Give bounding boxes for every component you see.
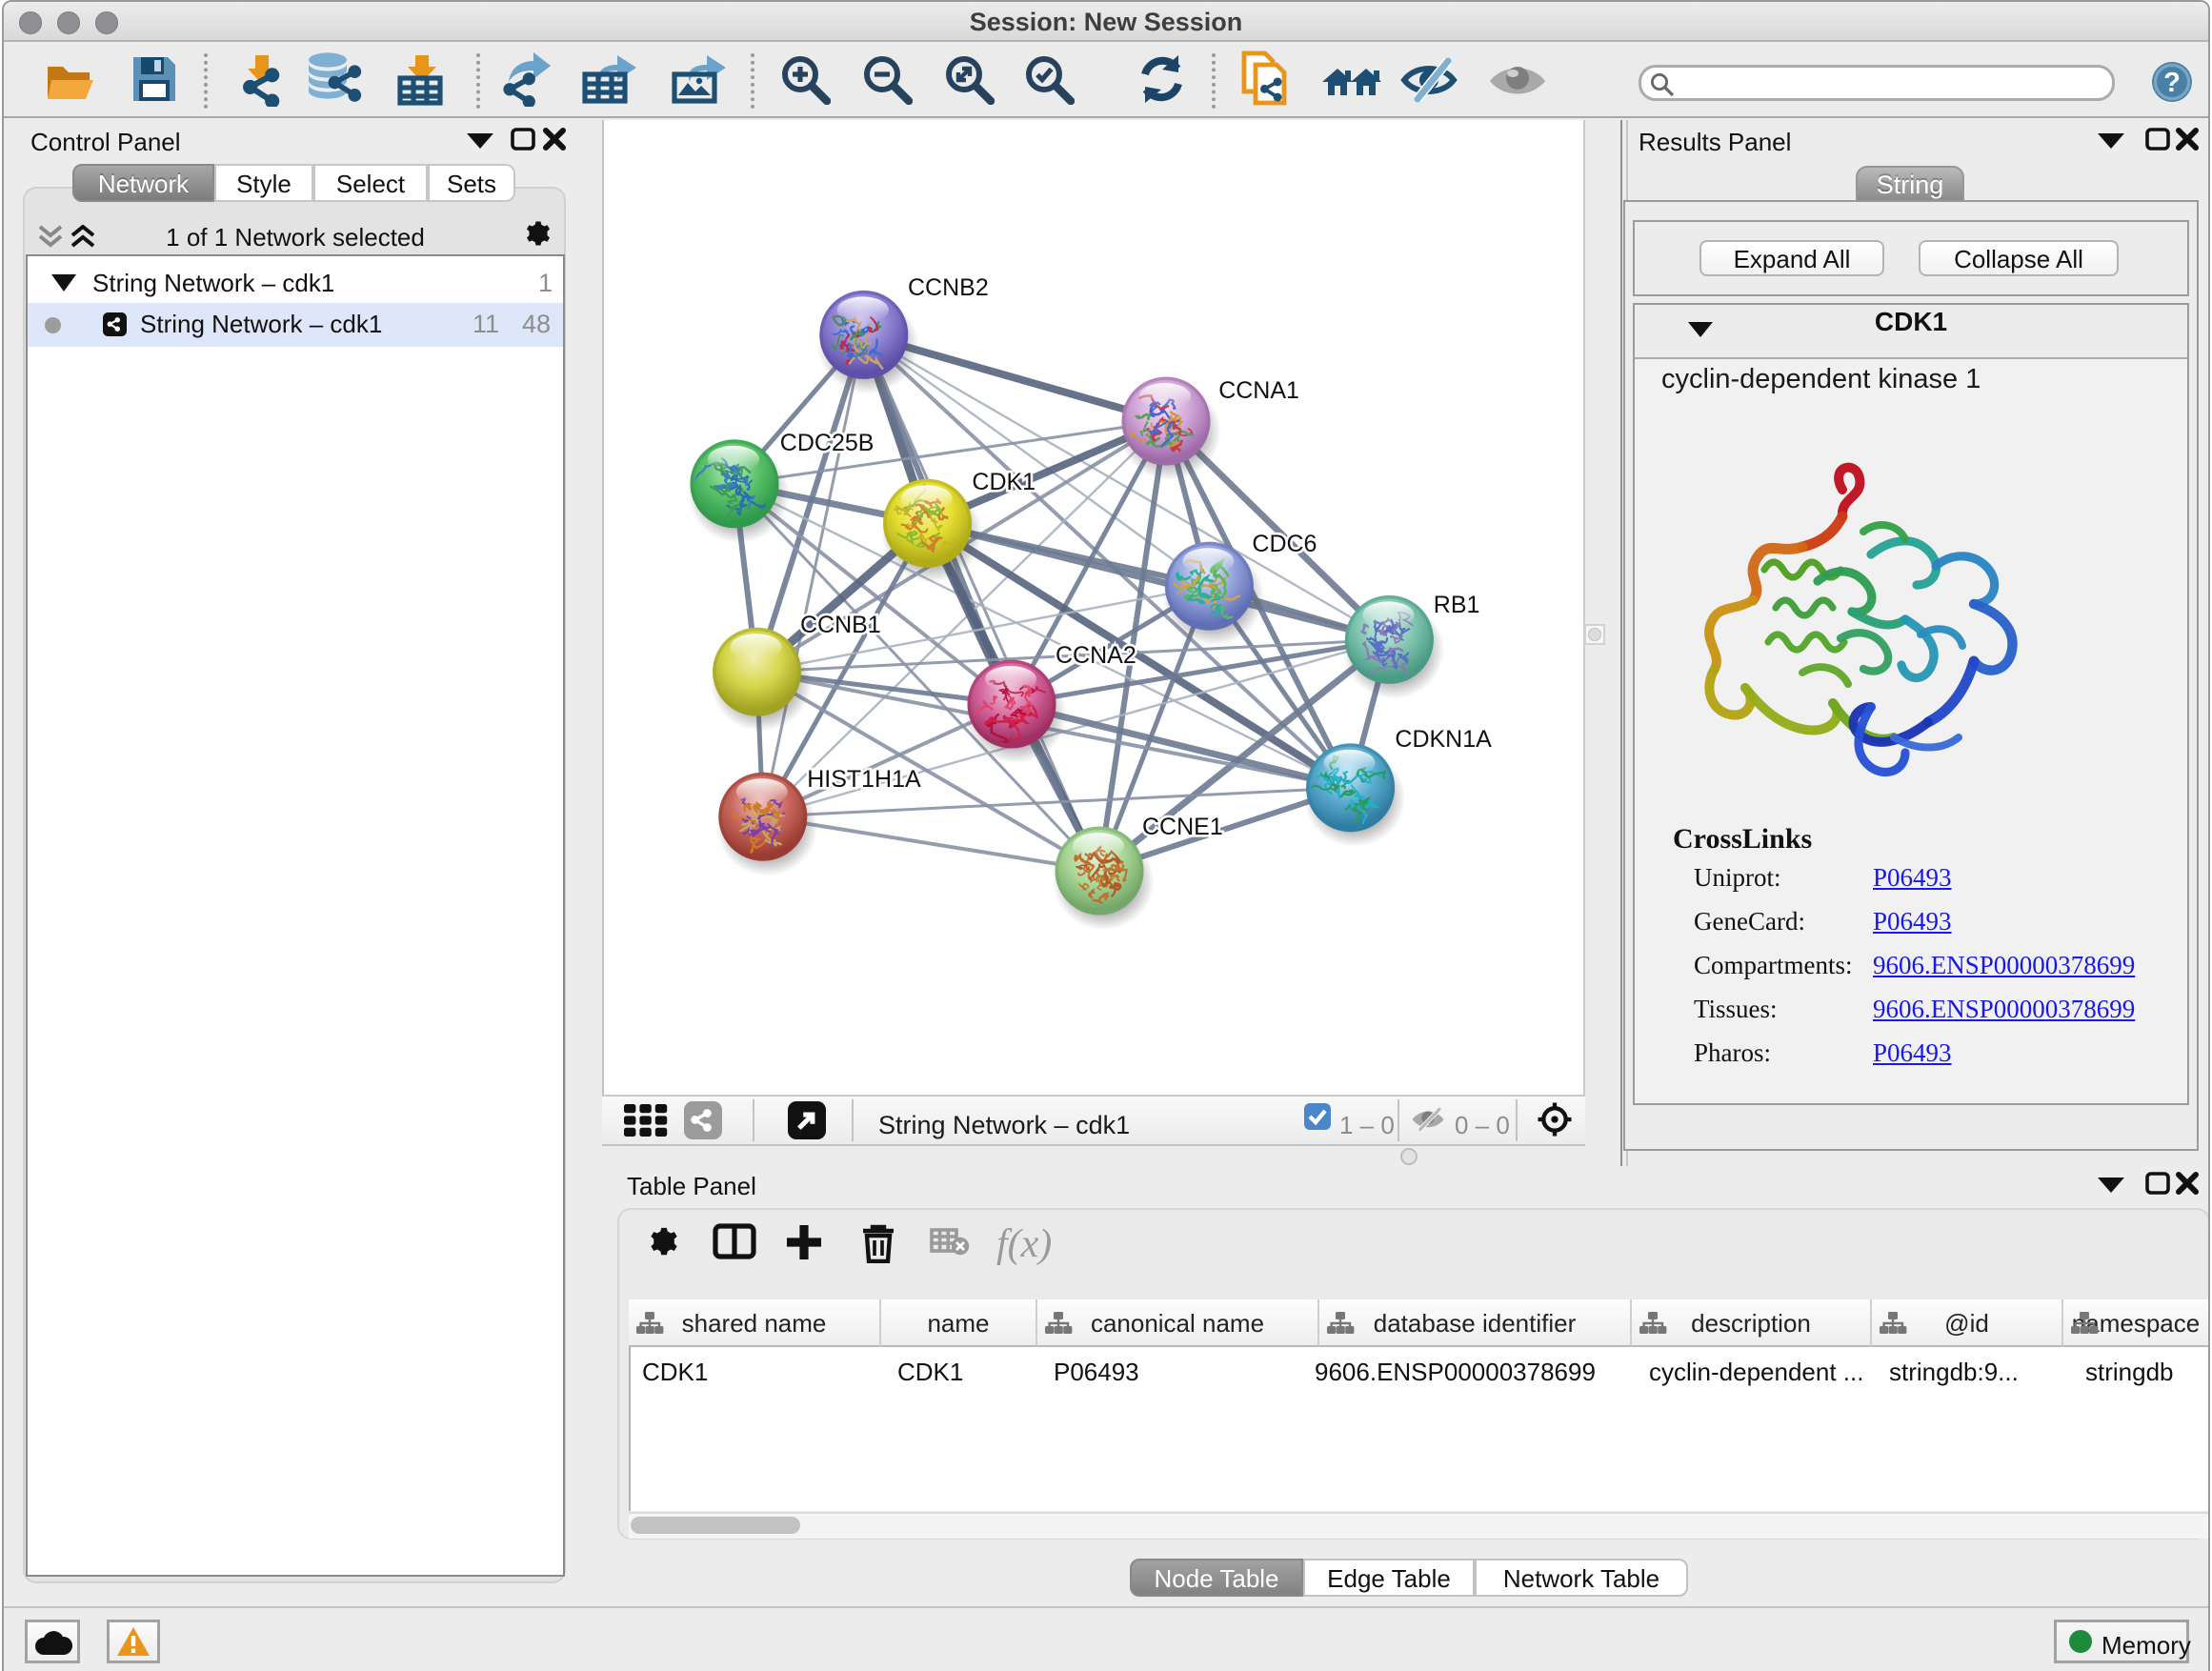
svg-text:CDC6: CDC6 [1252, 531, 1317, 557]
svg-text:CDKN1A: CDKN1A [1395, 726, 1492, 753]
svg-text:HIST1H1A: HIST1H1A [807, 766, 921, 793]
svg-text:CDC25B: CDC25B [780, 430, 875, 456]
svg-text:?: ? [2163, 68, 2181, 98]
svg-text:CCNB1: CCNB1 [800, 612, 881, 638]
svg-text:RB1: RB1 [1434, 592, 1480, 618]
svg-text:CCNA1: CCNA1 [1218, 377, 1299, 404]
svg-text:CCNE1: CCNE1 [1142, 814, 1223, 840]
svg-text:CDK1: CDK1 [972, 469, 1036, 495]
svg-text:CCNB2: CCNB2 [908, 274, 989, 301]
svg-text:CCNA2: CCNA2 [1056, 642, 1136, 669]
